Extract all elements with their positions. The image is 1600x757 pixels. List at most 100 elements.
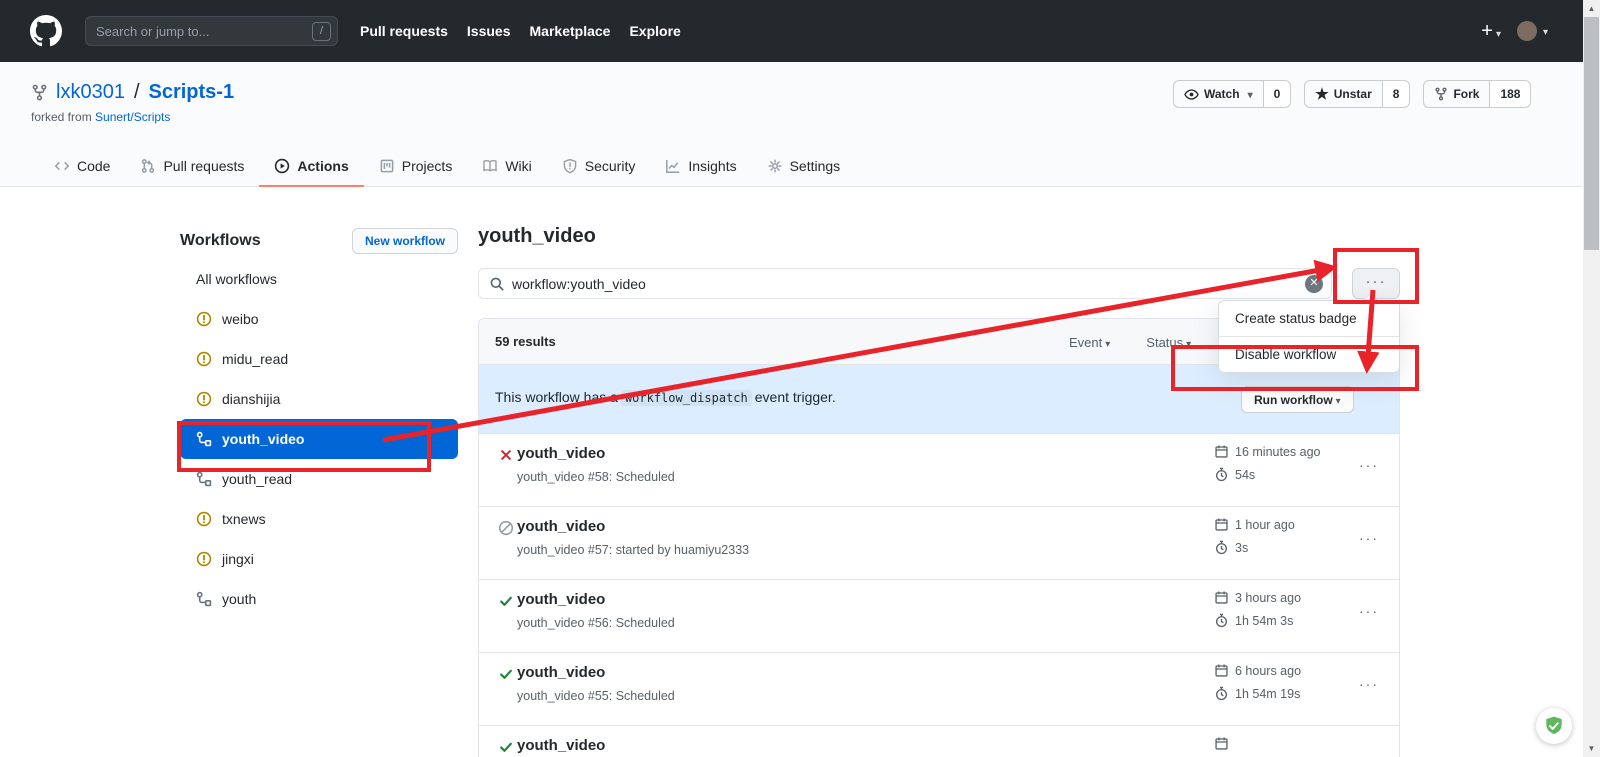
run-list: 59 results EventStatus This workflow has…	[478, 318, 1400, 757]
run-options-kebab[interactable]: ···	[1359, 530, 1379, 546]
repo-header: lxk0301 / Scripts-1 forked from Sunert/S…	[0, 62, 1600, 187]
run-title-link[interactable]: youth_video	[517, 737, 605, 754]
repo-action-button[interactable]: ★ Watch	[1173, 80, 1264, 108]
create-new-button[interactable]: +	[1481, 21, 1501, 41]
sidebar-workflow-item[interactable]: All workflows	[180, 259, 458, 299]
social-count[interactable]: 8	[1383, 80, 1411, 108]
sidebar-workflow-item[interactable]: youth_video	[180, 419, 458, 459]
run-duration: 1h 54m 19s	[1214, 686, 1300, 701]
repo-tab[interactable]: Actions	[259, 146, 363, 187]
run-title-link[interactable]: youth_video	[517, 518, 605, 535]
workflow-list: All workflows weibo midu_read dians	[180, 259, 458, 619]
sidebar-item-label: weibo	[222, 311, 259, 327]
sidebar-workflow-item[interactable]: youth	[180, 579, 458, 619]
run-row[interactable]: youth_video ···	[479, 725, 1399, 757]
run-row[interactable]: youth_video youth_video #58: Scheduled 1…	[479, 433, 1399, 506]
run-status-icon	[498, 447, 514, 463]
tab-icon	[54, 158, 70, 174]
page-scrollbar[interactable]: ▲ ▼	[1583, 0, 1600, 757]
repo-action-group: ★ Watch 0	[1173, 80, 1291, 108]
run-workflow-button[interactable]: Run workflow	[1241, 386, 1354, 413]
run-time: 6 hours ago	[1214, 663, 1301, 678]
run-row[interactable]: youth_video youth_video #57: started by …	[479, 506, 1399, 579]
tab-icon	[379, 158, 395, 174]
profile-menu-button[interactable]	[1517, 21, 1548, 41]
header-nav-link[interactable]: Pull requests	[360, 23, 448, 39]
forked-from-link[interactable]: Sunert/Scripts	[95, 110, 170, 124]
repo-tab[interactable]: Insights	[650, 146, 751, 187]
header-nav-link[interactable]: Issues	[467, 23, 511, 39]
menu-item[interactable]: Disable workflow	[1219, 336, 1399, 372]
github-logo-icon[interactable]	[30, 15, 62, 47]
run-options-kebab[interactable]: ···	[1359, 603, 1379, 619]
run-options-kebab[interactable]: ···	[1359, 457, 1379, 473]
social-count[interactable]: 0	[1264, 80, 1292, 108]
clear-search-button[interactable]: ✕	[1305, 275, 1323, 293]
run-options-kebab[interactable]: ···	[1359, 676, 1379, 692]
sidebar-workflow-item[interactable]: youth_read	[180, 459, 458, 499]
caret-down-icon	[1493, 21, 1501, 41]
runs-search-input[interactable]	[512, 276, 1298, 292]
repo-action-group: ★ Unstar 8	[1304, 80, 1410, 108]
scroll-down-arrow[interactable]: ▼	[1583, 740, 1600, 757]
tab-label: Insights	[688, 158, 736, 174]
repo-action-group: ★ Fork 188	[1423, 80, 1531, 108]
header-nav-link[interactable]: Explore	[629, 23, 680, 39]
caret-down-icon	[1183, 335, 1191, 350]
social-count[interactable]: 188	[1490, 80, 1531, 108]
sidebar-workflow-item[interactable]: midu_read	[180, 339, 458, 379]
repo-action-button[interactable]: ★ Fork	[1423, 80, 1490, 108]
stopwatch-icon	[1214, 540, 1229, 555]
workflow-options-kebab-button[interactable]: ···	[1352, 268, 1400, 299]
repo-tab[interactable]: Wiki	[467, 146, 546, 187]
scroll-up-arrow[interactable]: ▲	[1583, 0, 1600, 17]
tab-icon	[562, 158, 578, 174]
shield-check-icon	[1543, 715, 1565, 737]
workflow-type-icon	[196, 511, 212, 527]
search-icon	[489, 276, 505, 292]
eye-icon	[1184, 87, 1199, 102]
repo-action-button[interactable]: ★ Unstar	[1304, 80, 1382, 108]
new-workflow-button[interactable]: New workflow	[352, 228, 458, 254]
calendar-icon	[1214, 663, 1229, 678]
sidebar-workflow-item[interactable]: weibo	[180, 299, 458, 339]
global-search: /	[85, 16, 338, 46]
stopwatch-icon	[1214, 613, 1229, 628]
header-nav-link[interactable]: Marketplace	[530, 23, 611, 39]
scrollbar-thumb[interactable]	[1584, 17, 1599, 250]
run-title-link[interactable]: youth_video	[517, 664, 605, 681]
repo-tab[interactable]: Projects	[364, 146, 468, 187]
run-subtitle: youth_video #58: Scheduled	[517, 470, 675, 484]
repo-name-link[interactable]: Scripts-1	[149, 81, 235, 104]
repo-tab[interactable]: Pull requests	[125, 146, 259, 187]
sidebar-item-label: midu_read	[222, 351, 288, 367]
banner-text: This workflow has aworkflow_dispatcheven…	[495, 389, 836, 405]
run-title-link[interactable]: youth_video	[517, 591, 605, 608]
tab-label: Projects	[402, 158, 453, 174]
global-search-input[interactable]	[96, 24, 312, 39]
run-title-link[interactable]: youth_video	[517, 445, 605, 462]
run-row[interactable]: youth_video youth_video #55: Scheduled 6…	[479, 652, 1399, 725]
run-row[interactable]: youth_video youth_video #56: Scheduled 3…	[479, 579, 1399, 652]
repo-tab[interactable]: Security	[547, 146, 651, 187]
forked-from: forked from Sunert/Scripts	[31, 110, 170, 124]
workflow-options-menu: Create status badgeDisable workflow	[1218, 300, 1400, 373]
sidebar-workflow-item[interactable]: txnews	[180, 499, 458, 539]
run-duration: 3s	[1214, 540, 1248, 555]
sidebar-workflow-item[interactable]: jingxi	[180, 539, 458, 579]
filter-dropdown[interactable]: Status	[1146, 335, 1191, 350]
calendar-icon	[1214, 736, 1229, 751]
menu-item[interactable]: Create status badge	[1219, 301, 1399, 336]
repo-tab[interactable]: Settings	[752, 146, 856, 187]
tab-icon	[665, 158, 681, 174]
caret-down-icon	[1245, 87, 1253, 101]
repo-tab[interactable]: Code	[39, 146, 125, 187]
run-status-icon	[498, 666, 514, 682]
calendar-icon	[1214, 444, 1229, 459]
repo-owner-link[interactable]: lxk0301	[56, 81, 125, 104]
run-options-kebab[interactable]: ···	[1359, 749, 1379, 757]
adguard-shield-button[interactable]	[1536, 708, 1572, 744]
sidebar-workflow-item[interactable]: dianshijia	[180, 379, 458, 419]
filter-dropdown[interactable]: Event	[1069, 335, 1110, 350]
workflow-type-icon	[196, 471, 212, 487]
